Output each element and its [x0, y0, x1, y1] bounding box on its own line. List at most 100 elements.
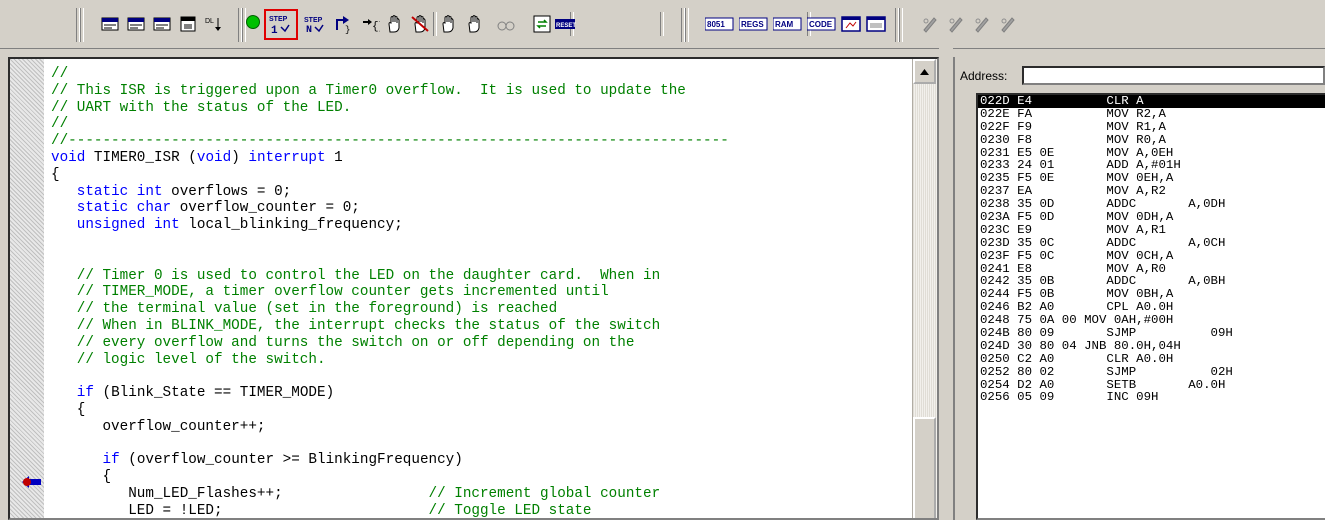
debug-window-icon — [101, 17, 119, 31]
view-window-icon — [841, 16, 861, 32]
disassembly-line[interactable]: 023C E9 MOV A,R1 — [978, 224, 1325, 237]
debug-window-button[interactable] — [100, 14, 120, 34]
view-window-2-button[interactable] — [866, 14, 886, 34]
code-line: // TIMER_MODE, a timer overflow counter … — [51, 284, 729, 301]
step-over-icon: STEPN — [304, 17, 324, 34]
scroll-thumb[interactable] — [913, 417, 936, 518]
disassembly-line[interactable]: 023F F5 0C MOV 0CH,A — [978, 249, 1325, 263]
code-text: { — [51, 469, 112, 486]
reset-button[interactable]: RESET — [554, 14, 576, 34]
tool-4-button[interactable] — [998, 14, 1018, 34]
compile-button[interactable]: DL — [204, 14, 224, 34]
enable-breakpoint-button[interactable] — [438, 14, 458, 34]
disassembly-line[interactable]: 024B 80 09 SJMP 09H — [978, 327, 1325, 340]
view-regs-button[interactable]: REGS — [739, 14, 769, 34]
toolbar-separator — [242, 8, 246, 42]
svg-text:8051: 8051 — [707, 20, 725, 29]
view-window-2-icon — [866, 16, 886, 32]
run-to-cursor-icon: {} — [363, 19, 380, 33]
watch-button[interactable] — [496, 14, 516, 34]
remove-breakpoint-icon — [411, 15, 429, 33]
step-over-button[interactable]: STEP N — [304, 14, 324, 34]
code-keyword: if — [102, 452, 120, 469]
disassembly-line[interactable]: 0256 05 09 INC 09H — [978, 391, 1325, 404]
run-icon[interactable] — [246, 15, 260, 29]
debug-window-2-button[interactable] — [126, 14, 146, 34]
disassembly-line[interactable]: 0250 C2 A0 CLR A0.0H — [978, 352, 1325, 366]
code-line: if (overflow_counter >= BlinkingFrequenc… — [51, 452, 729, 469]
view-window-button[interactable] — [841, 14, 861, 34]
breakpoint-icon — [388, 15, 400, 33]
code-line: static int overflows = 0; — [51, 184, 729, 201]
code-text: { — [51, 401, 86, 418]
toolbar-separator — [685, 8, 689, 42]
view-code-button[interactable]: CODE — [807, 14, 837, 34]
code-comment: // This ISR is triggered upon a Timer0 o… — [51, 82, 686, 99]
refresh-button[interactable] — [532, 14, 552, 34]
code-keyword: static char — [76, 200, 172, 217]
debug-window-3-button[interactable] — [152, 14, 172, 34]
debug-toolbar: DL STEP1 STEPN} {} RESET 8051 REGSRAM CODE — [0, 0, 1325, 49]
tool-3-button[interactable] — [972, 14, 992, 34]
tool-2-button[interactable] — [946, 14, 966, 34]
code-line: //--------------------------------------… — [51, 133, 729, 150]
editor-scrollbar[interactable] — [912, 59, 937, 518]
memory-window-button[interactable] — [178, 14, 198, 34]
disassembly-line[interactable]: 022E FA MOV R2,A — [978, 107, 1325, 121]
code-text: ) — [231, 149, 249, 166]
source-editor[interactable]: // // This ISR is triggered upon a Timer0… — [8, 57, 939, 520]
code-comment: // logic level of the switch. — [51, 351, 326, 368]
tool-4-icon — [1001, 17, 1015, 33]
disassembly-line[interactable]: 023A F5 0D MOV 0DH,A — [978, 211, 1325, 224]
code-text: (Blink_State == TIMER_MODE) — [93, 385, 335, 402]
code-line: // — [51, 116, 729, 133]
step-into-button[interactable]: STEP 1 — [264, 9, 298, 40]
code-text: 1 — [325, 149, 343, 166]
disassembly-line-selected[interactable]: 022D E4 CLR A — [978, 95, 1325, 108]
program-counter-arrow-icon — [22, 476, 41, 488]
tool-2-icon — [949, 17, 963, 33]
disassembly-line[interactable]: 023D 35 0C ADDC A,0CH — [978, 236, 1325, 250]
view-ram-button[interactable]: RAM — [773, 14, 803, 34]
code-comment: // Increment global counter — [428, 485, 661, 502]
run-to-cursor-button[interactable]: {} — [360, 14, 380, 34]
address-input[interactable] — [1022, 66, 1325, 85]
breakpoint-button[interactable] — [384, 14, 404, 34]
toolbar-separator — [80, 8, 84, 42]
disable-breakpoint-icon — [468, 15, 480, 33]
disassembly-line[interactable]: 0230 F8 MOV R0,A — [978, 133, 1325, 147]
remove-breakpoint-button[interactable] — [410, 14, 430, 34]
disassembly-line[interactable]: 022F F9 MOV R1,A — [978, 120, 1325, 134]
view-code-icon: CODE — [807, 17, 836, 31]
disassembly-list[interactable]: 022D E4 CLR A 022E FA MOV R2,A 022F F9 MOV… — [976, 93, 1325, 520]
disassembly-panel: Address: 022D E4 CLR A 022E FA MOV R2,A 02… — [953, 57, 1325, 520]
tool-1-button[interactable] — [920, 14, 940, 34]
code-keyword: unsigned int — [76, 217, 180, 234]
view-8051-button[interactable]: 8051 — [705, 14, 735, 34]
code-text: Num_LED_Flashes++; — [51, 485, 429, 502]
code-comment: // — [51, 116, 69, 133]
watch-icon — [497, 21, 515, 31]
source-code: // // This ISR is triggered upon a Timer0… — [51, 66, 729, 518]
disassembly-line[interactable]: 024D 30 80 04 JNB 80.0H,04H — [978, 340, 1325, 353]
code-comment: //--------------------------------------… — [51, 133, 729, 150]
tool-1-icon — [923, 17, 937, 33]
code-line: // every overflow and turns the switch o… — [51, 335, 729, 352]
disable-breakpoint-button[interactable] — [464, 14, 484, 34]
code-comment: // every overflow and turns the switch o… — [51, 334, 635, 351]
debug-window-3-icon — [153, 17, 171, 31]
pane-splitter[interactable] — [939, 48, 953, 520]
step-out-button[interactable]: } — [333, 14, 353, 34]
editor-gutter[interactable] — [10, 59, 44, 518]
disassembly-line[interactable]: 0252 80 02 SJMP 02H — [978, 365, 1325, 379]
scroll-up-button[interactable] — [913, 59, 936, 84]
code-line: Num_LED_Flashes++; // Increment global c… — [51, 486, 729, 503]
code-line: // When in BLINK_MODE, the interrupt che… — [51, 318, 729, 335]
